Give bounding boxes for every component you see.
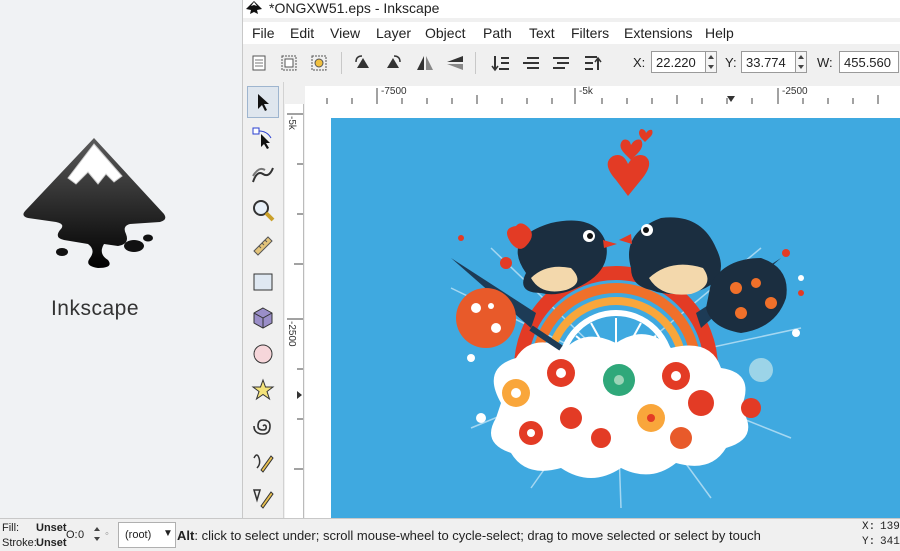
- measure-tool-icon[interactable]: [247, 230, 279, 262]
- stroke-value[interactable]: Unset: [36, 537, 67, 549]
- layer-toggle-icon[interactable]: ◦: [105, 528, 109, 540]
- rotate-cw-icon[interactable]: [381, 51, 405, 75]
- cursor-y-value: 341: [880, 536, 900, 548]
- pencil-tool-icon[interactable]: [247, 446, 279, 478]
- fill-label: Fill:: [2, 522, 20, 534]
- cursor-x-value: 139: [880, 521, 900, 533]
- opacity-label: O:: [66, 529, 78, 541]
- window-title: *ONGXW51.eps - Inkscape: [269, 0, 440, 16]
- artwork-illustration[interactable]: [331, 118, 900, 518]
- menu-text[interactable]: Text: [529, 25, 555, 41]
- opacity-value[interactable]: 0: [78, 529, 84, 541]
- cursor-y-label: Y:: [862, 536, 876, 548]
- ruler-label: -5k: [286, 116, 297, 130]
- raise-to-top-icon[interactable]: [581, 51, 605, 75]
- menu-filters[interactable]: Filters: [571, 25, 609, 41]
- menu-file[interactable]: File: [252, 25, 275, 41]
- x-input[interactable]: 22.220: [651, 51, 707, 73]
- inkscape-app-icon: [246, 1, 262, 14]
- ruler-label: -5k: [579, 86, 593, 97]
- w-label: W:: [817, 55, 833, 70]
- menu-help[interactable]: Help: [705, 25, 734, 41]
- toolbar-separator: [475, 52, 476, 74]
- 3d-box-tool-icon[interactable]: [247, 302, 279, 334]
- select-all-icon[interactable]: [247, 51, 271, 75]
- inkscape-logo-icon: [23, 138, 166, 268]
- title-bar: *ONGXW51.eps - Inkscape: [243, 0, 900, 18]
- opacity-spinner[interactable]: [92, 524, 102, 544]
- spiral-tool-icon[interactable]: [247, 410, 279, 442]
- horizontal-ruler: -7500 -5k -2500: [305, 86, 900, 105]
- rotate-ccw-icon[interactable]: [351, 51, 375, 75]
- status-bar: Fill: Unset Stroke: Unset O: 0 ◦ (root) …: [0, 518, 900, 551]
- status-message: Alt: click to select under; scroll mouse…: [177, 528, 761, 543]
- fill-value[interactable]: Unset: [36, 522, 67, 534]
- raise-icon[interactable]: [549, 51, 573, 75]
- tweak-tool-icon[interactable]: [247, 158, 279, 190]
- menu-extensions[interactable]: Extensions: [624, 25, 692, 41]
- tool-controls-bar: X: 22.220 Y: 33.774 W: 455.560: [243, 46, 900, 80]
- lower-icon[interactable]: [519, 51, 543, 75]
- selector-tool-icon[interactable]: [247, 86, 279, 118]
- ruler-ticks: [287, 113, 303, 470]
- toolbar-separator: [341, 52, 342, 74]
- menu-layer[interactable]: Layer: [376, 25, 411, 41]
- y-spinner[interactable]: [795, 51, 807, 73]
- menu-path[interactable]: Path: [483, 25, 512, 41]
- menu-object[interactable]: Object: [425, 25, 465, 41]
- flip-horizontal-icon[interactable]: [413, 51, 437, 75]
- flip-vertical-icon[interactable]: [443, 51, 467, 75]
- vertical-ruler: -5k -2500: [285, 104, 304, 518]
- menu-bar: File Edit View Layer Object Path Text Fi…: [243, 22, 900, 44]
- node-tool-icon[interactable]: [247, 122, 279, 154]
- zoom-tool-icon[interactable]: [247, 194, 279, 226]
- chevron-down-icon[interactable]: ▼: [163, 528, 173, 539]
- toolbox: [243, 82, 284, 518]
- drawing-canvas[interactable]: [305, 104, 900, 518]
- rectangle-tool-icon[interactable]: [247, 266, 279, 298]
- pen-tool-icon[interactable]: [247, 482, 279, 514]
- hint-key: Alt: [177, 528, 195, 543]
- y-label: Y:: [725, 55, 737, 70]
- ruler-label: -2500: [286, 321, 297, 347]
- hint-text: : click to select under; scroll mouse-wh…: [194, 528, 761, 543]
- app-name-label: Inkscape: [50, 297, 140, 320]
- x-label: X:: [633, 55, 646, 70]
- star-tool-icon[interactable]: [247, 374, 279, 406]
- inkscape-window: *ONGXW51.eps - Inkscape File Edit View L…: [242, 0, 900, 518]
- x-spinner[interactable]: [705, 51, 717, 73]
- y-input[interactable]: 33.774: [741, 51, 797, 73]
- brand-panel: Inkscape: [0, 0, 242, 518]
- menu-view[interactable]: View: [330, 25, 360, 41]
- stroke-label: Stroke:: [2, 537, 37, 549]
- w-input[interactable]: 455.560: [839, 51, 899, 73]
- menu-edit[interactable]: Edit: [290, 25, 314, 41]
- cursor-x-label: X:: [862, 521, 876, 533]
- lower-to-bottom-icon[interactable]: [489, 51, 513, 75]
- deselect-icon[interactable]: [307, 51, 331, 75]
- ellipse-tool-icon[interactable]: [247, 338, 279, 370]
- ruler-label: -7500: [381, 86, 407, 97]
- select-all-layers-icon[interactable]: [277, 51, 301, 75]
- ruler-label: -2500: [782, 86, 808, 97]
